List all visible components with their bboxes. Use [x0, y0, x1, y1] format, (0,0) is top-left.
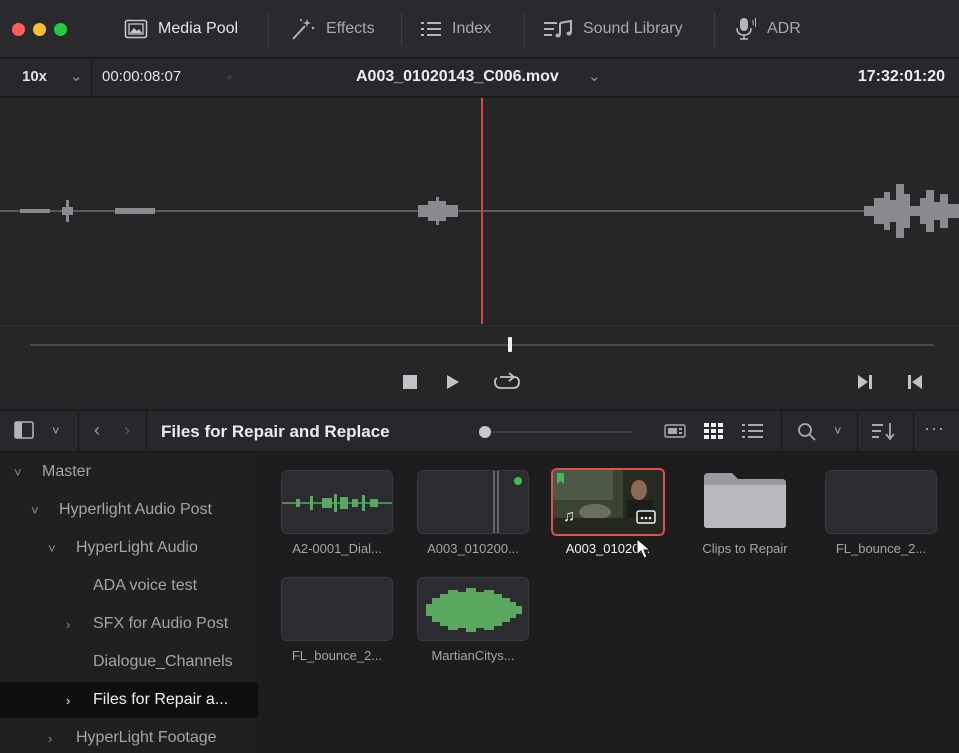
next-frame-icon[interactable] — [857, 374, 873, 390]
tab-effects[interactable]: Effects — [290, 0, 375, 58]
search-icon[interactable] — [797, 422, 817, 442]
bin-sidebar: ˅ Master ˅ Hyperlight Audio Post ˅ Hyper… — [0, 453, 258, 753]
clip-label: A2-0001_Dial... — [292, 541, 382, 556]
clip-thumbnail-grid: A2-0001_Dial... A003_010200... ♫ A003_01… — [259, 453, 959, 753]
folder-icon[interactable] — [702, 471, 788, 529]
clip-name-dropdown[interactable]: A003_01020143_C006.mov — [356, 68, 559, 86]
tab-label: Effects — [326, 20, 375, 37]
tab-media-pool[interactable]: Media Pool — [124, 0, 238, 58]
clip-label: A003_01020... — [565, 541, 651, 556]
sidebar-item-label: Master — [42, 463, 91, 480]
sound-library-icon — [544, 19, 572, 38]
clip-label: A003_010200... — [427, 541, 519, 556]
previous-frame-icon[interactable] — [907, 374, 923, 390]
sidebar-item-files-for-repair[interactable]: › Files for Repair a... — [0, 682, 258, 718]
sidebar-item-hyperlight-audio[interactable]: ˅ HyperLight Audio — [0, 530, 258, 566]
clip-label: FL_bounce_2... — [835, 541, 927, 556]
thumbnail-view-icon[interactable] — [704, 423, 724, 439]
scrub-handle[interactable] — [508, 337, 512, 352]
thumbnail-size-slider[interactable] — [485, 431, 633, 433]
music-note-icon: ♫ — [563, 508, 575, 525]
sidebar-item-label: HyperLight Audio — [76, 539, 198, 556]
sidebar-item-label: HyperLight Footage — [76, 729, 217, 746]
tab-sound-library[interactable]: Sound Library — [543, 0, 683, 58]
tab-label: Media Pool — [158, 20, 239, 37]
chevron-right-icon[interactable]: › — [66, 693, 82, 708]
mouse-cursor-icon — [636, 538, 652, 559]
tab-label: Sound Library — [583, 20, 683, 37]
chevron-down-icon[interactable]: ˅ — [31, 503, 47, 518]
stop-icon[interactable] — [402, 374, 418, 390]
loop-icon[interactable] — [492, 371, 522, 393]
clip-label: MartianCitys... — [431, 648, 515, 663]
status-dot — [227, 75, 232, 80]
effects-wand-icon — [292, 19, 315, 40]
sidebar-item-hyperlight-footage[interactable]: › HyperLight Footage — [0, 720, 258, 753]
clip-label: FL_bounce_2... — [291, 648, 383, 663]
sidebar-item-label: SFX for Audio Post — [93, 615, 229, 632]
sidebar-toggle-icon[interactable] — [14, 421, 34, 439]
playhead[interactable] — [481, 98, 483, 324]
chevron-right-icon[interactable]: › — [48, 731, 64, 746]
more-options-icon[interactable]: ··· — [924, 418, 945, 439]
sidebar-item-sfx-for-audio-post[interactable]: › SFX for Audio Post — [0, 606, 258, 642]
clip-thumbnail-selected[interactable]: ♫ — [551, 468, 665, 536]
folder-label: Clips to Repair — [702, 541, 788, 556]
zoom-window-button[interactable] — [54, 23, 67, 36]
minimize-window-button[interactable] — [33, 23, 46, 36]
chevron-down-icon[interactable]: ˅ — [52, 423, 60, 438]
media-pool-toolbar: ˅ ‹ › Files for Repair and Replace ˅ ··· — [0, 410, 959, 453]
transport-controls — [0, 325, 959, 409]
slider-knob[interactable] — [479, 426, 491, 438]
source-timecode: 17:32:01:20 — [857, 68, 945, 85]
chevron-down-icon[interactable]: ⌄ — [588, 67, 601, 85]
list-view-icon[interactable] — [742, 423, 764, 439]
chevron-down-icon[interactable]: ˅ — [834, 423, 842, 438]
tab-adr[interactable]: ADR — [735, 0, 801, 58]
clip-thumbnail[interactable] — [825, 470, 937, 534]
close-window-button[interactable] — [12, 23, 25, 36]
sidebar-item-label: Files for Repair a... — [93, 691, 229, 708]
index-list-icon — [421, 22, 441, 36]
clip-badge-icon — [636, 510, 656, 524]
audio-waveform-viewer[interactable] — [0, 98, 959, 324]
window-controls — [12, 23, 67, 36]
clip-thumbnail-audio[interactable] — [281, 470, 393, 534]
sidebar-item-master[interactable]: ˅ Master — [0, 454, 258, 490]
play-icon[interactable] — [446, 374, 460, 390]
bin-title: Files for Repair and Replace — [161, 422, 390, 441]
chevron-down-icon[interactable]: ˅ — [14, 465, 30, 480]
tab-label: Index — [452, 20, 492, 37]
media-pool-icon — [124, 19, 148, 39]
zoom-level[interactable]: 10x — [22, 68, 47, 85]
filmstrip-view-icon[interactable] — [664, 424, 686, 438]
forward-arrow-icon[interactable]: › — [124, 420, 130, 441]
sort-icon[interactable] — [872, 422, 896, 440]
timecode-display[interactable]: 00:00:08:07 — [102, 68, 181, 85]
viewer-header: 10x ⌄ 00:00:08:07 A003_01020143_C006.mov… — [0, 59, 959, 97]
chevron-down-icon[interactable]: ˅ — [48, 541, 64, 556]
waveform-graphic — [0, 184, 959, 238]
clip-marker-graphic — [493, 471, 522, 533]
scrub-bar[interactable] — [30, 344, 934, 346]
clip-thumbnail-audio[interactable] — [417, 577, 529, 641]
panel-tab-bar: Media Pool Effects Index Sound Library A… — [0, 0, 959, 58]
audio-waveform-thumb — [282, 494, 392, 512]
sidebar-item-dialogue-channels[interactable]: Dialogue_Channels — [0, 644, 258, 680]
sidebar-item-label: ADA voice test — [93, 577, 198, 594]
tab-index[interactable]: Index — [420, 0, 491, 58]
sidebar-item-ada-voice-test[interactable]: ADA voice test — [0, 568, 258, 604]
clip-thumbnail[interactable] — [281, 577, 393, 641]
sidebar-item-label: Dialogue_Channels — [93, 653, 233, 670]
clip-thumbnail[interactable] — [417, 470, 529, 534]
audio-waveform-thumb — [426, 588, 522, 632]
chevron-right-icon[interactable]: › — [66, 617, 82, 632]
chevron-down-icon[interactable]: ⌄ — [70, 67, 83, 85]
sidebar-item-hyperlight-audio-post[interactable]: ˅ Hyperlight Audio Post — [0, 492, 258, 528]
tab-label: ADR — [767, 20, 801, 37]
sidebar-item-label: Hyperlight Audio Post — [59, 501, 212, 518]
microphone-icon — [736, 18, 756, 40]
back-arrow-icon[interactable]: ‹ — [94, 420, 100, 441]
